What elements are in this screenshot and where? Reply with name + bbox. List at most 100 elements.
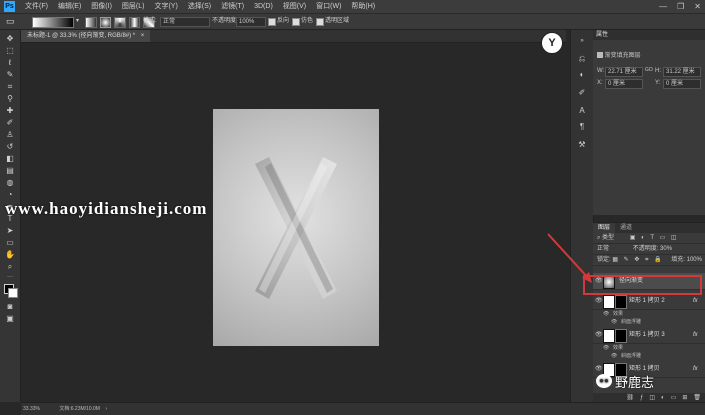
path-select-tool-icon[interactable]: ➤: [4, 226, 16, 236]
dither-checkbox[interactable]: [292, 18, 300, 26]
lasso-tool-icon[interactable]: ℓ: [4, 58, 16, 68]
fill-input[interactable]: 100%: [687, 257, 702, 263]
document-tab[interactable]: 未标题-1 @ 33.3% (径向渐变, RGB/8#) * ×: [21, 30, 151, 42]
menu-filter[interactable]: 滤镜(T): [216, 0, 249, 13]
w-label: W:: [597, 68, 605, 74]
layer-row-rect-copy-2[interactable]: 👁 矩形 1 拷贝 2 fx: [593, 293, 705, 310]
eyedropper-tool-icon[interactable]: ⚲: [4, 94, 16, 104]
effect-eye-icon[interactable]: 👁: [611, 352, 617, 360]
paragraph-panel-icon[interactable]: ¶: [577, 122, 587, 132]
brush-panel-icon[interactable]: ✐: [577, 88, 587, 98]
fx-icon[interactable]: fx: [693, 293, 698, 309]
reflected-gradient-icon[interactable]: [128, 17, 141, 28]
layer-name: 矩形 1 拷贝 3: [629, 332, 665, 338]
doc-size: 文档:6.23M/10.0M: [59, 406, 100, 412]
gradient-tool-icon-side[interactable]: ▤: [4, 166, 16, 176]
w-input[interactable]: 22.71 厘米: [605, 67, 643, 77]
layer-name: 矩形 1 拷贝 2: [629, 298, 665, 304]
quick-select-tool-icon[interactable]: ✎: [4, 70, 16, 80]
menu-bar: Ps 文件(F) 编辑(E) 图像(I) 图层(L) 文字(Y) 选择(S) 滤…: [0, 0, 705, 14]
reverse-checkbox[interactable]: [268, 18, 276, 26]
menu-layer[interactable]: 图层(L): [117, 0, 150, 13]
character-panel-icon[interactable]: A: [577, 106, 587, 116]
layer-mask-thumbnail: [615, 329, 627, 343]
layer-opacity-input[interactable]: 30%: [660, 246, 672, 252]
effect-item-row[interactable]: 👁 斜面浮雕: [593, 318, 705, 326]
fill-label: 填充:: [671, 257, 685, 263]
menu-file[interactable]: 文件(F): [20, 0, 53, 13]
hand-tool-icon[interactable]: ✋: [4, 250, 16, 260]
menu-edit[interactable]: 编辑(E): [53, 0, 86, 13]
layer-kind-select[interactable]: 类型: [602, 235, 614, 241]
close-button[interactable]: ✕: [694, 0, 701, 13]
fx-icon[interactable]: fx: [693, 361, 698, 377]
reverse-label: 反向: [277, 18, 290, 24]
healing-tool-icon[interactable]: ✚: [4, 106, 16, 116]
properties-subtitle-text: 渐变填充图层: [604, 53, 641, 59]
effects-eye-icon[interactable]: 👁: [603, 344, 609, 352]
angle-gradient-icon[interactable]: [114, 17, 126, 28]
lock-fill-row: 锁定: ▦ ✎ ✥ ⌗ 🔒 填充: 100%: [593, 255, 705, 266]
status-bar: 33.33% 文档:6.23M/10.0M ›: [21, 402, 705, 415]
effects-row[interactable]: 👁 效果: [593, 310, 705, 318]
crop-tool-icon[interactable]: ⌗: [4, 82, 16, 92]
restore-button[interactable]: ❐: [677, 0, 684, 13]
menu-help[interactable]: 帮助(H): [346, 0, 380, 13]
x-input[interactable]: 0 厘米: [605, 79, 643, 89]
mode-select[interactable]: 正常: [160, 17, 210, 27]
quick-mask-icon[interactable]: ◙: [4, 302, 16, 312]
wechat-account-name: 野鹿志: [615, 374, 655, 390]
document-canvas[interactable]: [213, 109, 379, 346]
wechat-icon: ●●: [596, 374, 612, 388]
screen-mode-icon[interactable]: ▣: [4, 314, 16, 324]
zoom-level[interactable]: 33.33%: [23, 406, 40, 412]
status-expand-icon[interactable]: ›: [105, 406, 107, 412]
menu-image[interactable]: 图像(I): [86, 0, 117, 13]
move-tool-icon[interactable]: ✥: [4, 34, 16, 44]
layer-row-rect-copy-3[interactable]: 👁 矩形 1 拷贝 3 fx: [593, 327, 705, 344]
link-icon[interactable]: GO: [645, 67, 653, 73]
radial-gradient-icon[interactable]: [99, 17, 112, 28]
minimize-button[interactable]: —: [659, 0, 667, 13]
menu-window[interactable]: 窗口(W): [311, 0, 346, 13]
effects-eye-icon[interactable]: 👁: [603, 310, 609, 318]
background-color-swatch[interactable]: [8, 288, 18, 298]
color-panel-icon[interactable]: ◐: [577, 70, 587, 80]
lock-icons[interactable]: ▦ ✎ ✥ ⌗ 🔒: [612, 257, 663, 263]
effects-label: 效果: [613, 345, 624, 351]
opacity-label: 不透明度:: [212, 18, 238, 24]
visibility-eye-icon[interactable]: 👁: [595, 327, 603, 343]
y-input[interactable]: 0 厘米: [663, 79, 701, 89]
filter-icons[interactable]: ▣ ◐ T ▭ ◫: [630, 235, 679, 241]
tool-presets-icon[interactable]: ⚒: [577, 140, 587, 150]
document-tab-close-icon[interactable]: ×: [141, 33, 145, 39]
stamp-tool-icon[interactable]: ♙: [4, 130, 16, 140]
effect-eye-icon[interactable]: 👁: [611, 318, 617, 326]
blur-tool-icon[interactable]: ◍: [4, 178, 16, 188]
fx-icon[interactable]: fx: [693, 327, 698, 343]
more-tools-icon[interactable]: ···: [4, 272, 16, 282]
collapse-icon[interactable]: »: [577, 36, 587, 46]
gradient-dropdown-icon[interactable]: ▾: [76, 17, 79, 24]
menu-select[interactable]: 选择(S): [183, 0, 216, 13]
zoom-tool-icon[interactable]: ⌕: [4, 262, 16, 272]
transparency-checkbox[interactable]: [316, 18, 324, 26]
menu-3d[interactable]: 3D(D): [249, 0, 278, 13]
shape-tool-icon[interactable]: ▭: [4, 238, 16, 248]
history-brush-tool-icon[interactable]: ↺: [4, 142, 16, 152]
eraser-tool-icon[interactable]: ◧: [4, 154, 16, 164]
brush-tool-icon[interactable]: ✐: [4, 118, 16, 128]
effect-item-row[interactable]: 👁 斜面浮雕: [593, 352, 705, 360]
marquee-tool-icon[interactable]: ⬚: [4, 46, 16, 56]
menu-type[interactable]: 文字(Y): [149, 0, 182, 13]
tab-channels[interactable]: 通道: [615, 223, 637, 233]
gradient-preview[interactable]: [32, 17, 74, 28]
h-input[interactable]: 31.22 厘米: [663, 67, 701, 77]
effects-row[interactable]: 👁 效果: [593, 344, 705, 352]
opacity-input[interactable]: 100%: [236, 17, 266, 27]
gradient-tool-icon[interactable]: ▭: [6, 16, 18, 27]
menu-view[interactable]: 视图(V): [278, 0, 311, 13]
history-panel-icon[interactable]: ⎌: [577, 54, 587, 64]
linear-gradient-icon[interactable]: [85, 17, 97, 28]
visibility-eye-icon[interactable]: 👁: [595, 293, 603, 309]
